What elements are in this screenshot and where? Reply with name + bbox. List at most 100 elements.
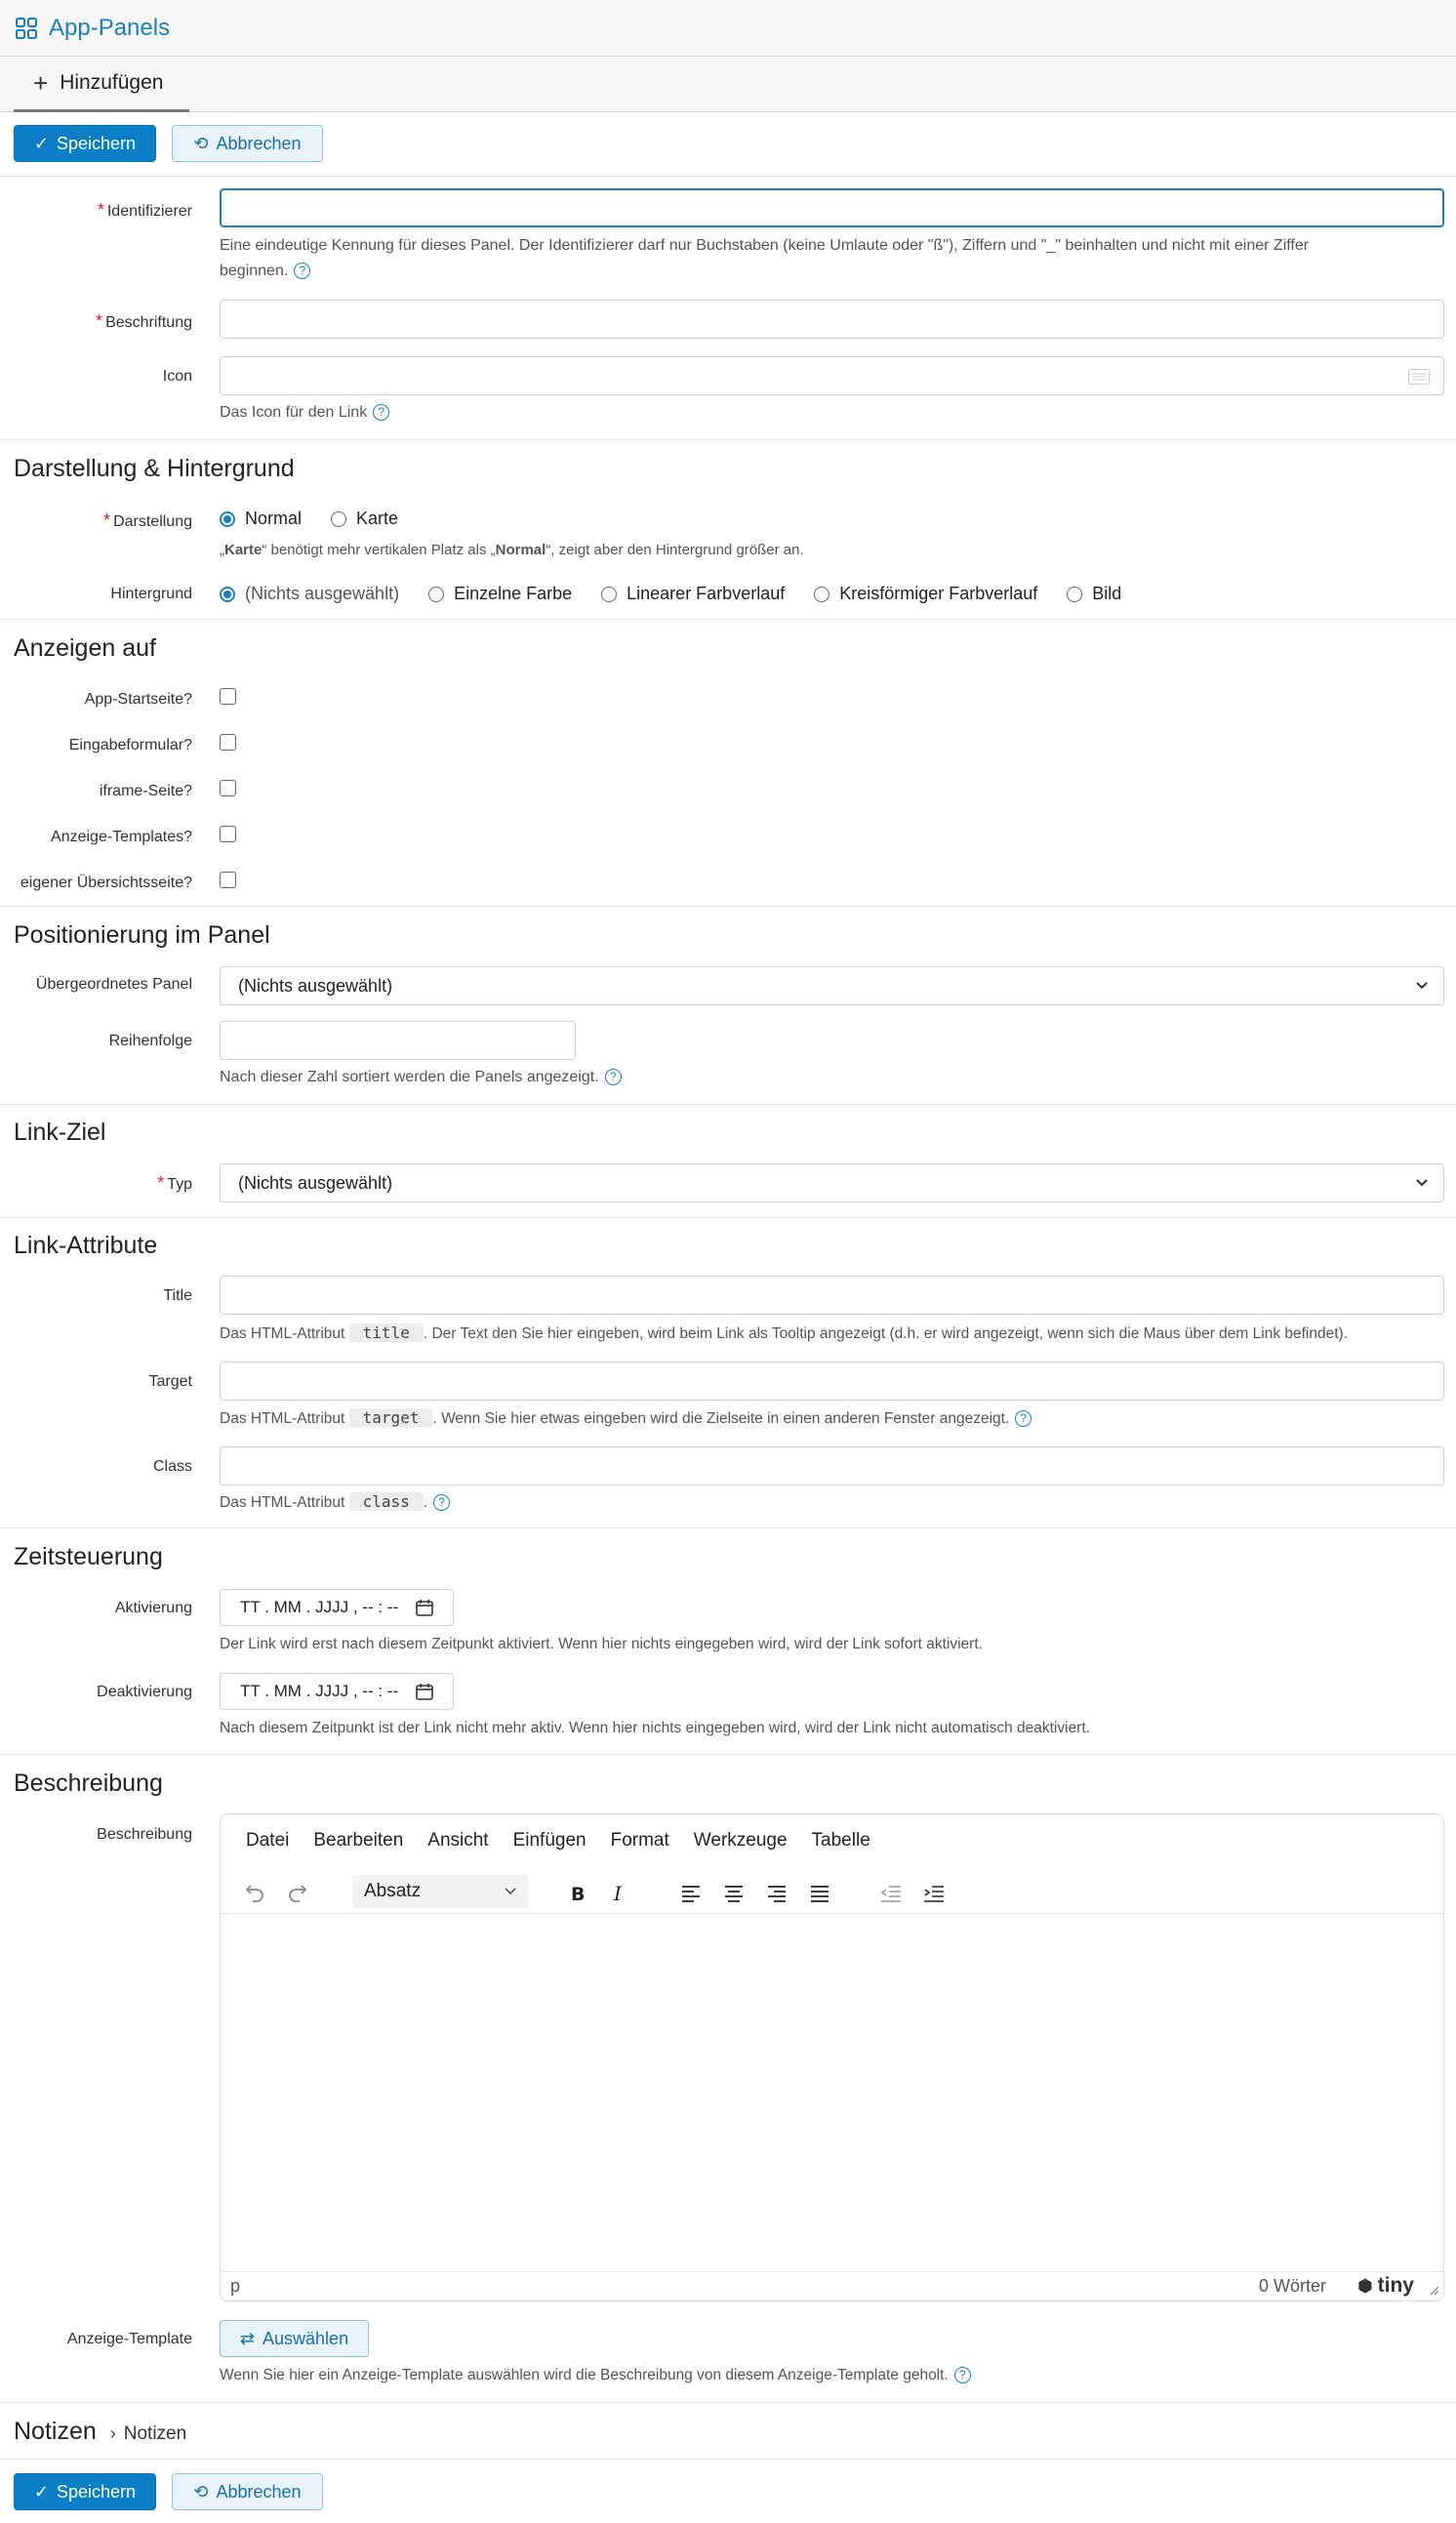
radio-color[interactable] <box>428 587 445 603</box>
chevron-right-icon: › <box>109 2423 116 2443</box>
target-label: Target <box>148 1373 192 1390</box>
align-justify-icon[interactable] <box>810 1885 829 1902</box>
editor-content-area[interactable] <box>221 1915 1443 2272</box>
deactivation-placeholder: TT . MM . JJJJ , -- : -- <box>240 1682 399 1700</box>
element-path[interactable]: p <box>230 2276 240 2297</box>
save-button-bottom[interactable]: ✓ Speichern <box>14 2473 156 2510</box>
bold-icon[interactable]: B <box>570 1884 587 1903</box>
background-option-linear[interactable]: Linearer Farbverlauf <box>601 584 785 604</box>
checkbox-display-templates[interactable] <box>220 826 236 842</box>
target-input[interactable] <box>220 1362 1444 1401</box>
resize-handle-icon[interactable] <box>1428 2284 1439 2296</box>
background-option-image[interactable]: Bild <box>1067 584 1121 604</box>
template-label: Anzeige-Template <box>66 2331 192 2347</box>
word-count[interactable]: 0 Wörter <box>1259 2276 1326 2297</box>
undo-icon: ⟲ <box>193 133 209 153</box>
menu-tools[interactable]: Werkzeuge <box>694 1830 788 1852</box>
identifier-help: Eine eindeutige Kennung für dieses Panel… <box>220 237 1310 280</box>
show-on-label: App-Startseite? <box>84 691 192 708</box>
menu-edit[interactable]: Bearbeiten <box>313 1830 403 1852</box>
svg-text:I: I <box>613 1884 623 1903</box>
divider <box>0 439 1456 440</box>
redo-icon[interactable] <box>287 1883 308 1902</box>
outdent-icon[interactable] <box>880 1885 902 1902</box>
help-icon[interactable]: ? <box>604 1069 622 1086</box>
radio-normal[interactable] <box>220 511 235 528</box>
type-select[interactable]: (Nichts ausgewählt) <box>220 1163 1444 1202</box>
menu-format[interactable]: Format <box>611 1830 669 1852</box>
class-input[interactable] <box>220 1446 1444 1485</box>
radio-linear[interactable] <box>601 587 618 603</box>
caption-input[interactable] <box>220 300 1444 339</box>
select-template-button[interactable]: ⇄ Auswählen <box>220 2320 369 2357</box>
radio-karte[interactable] <box>331 511 347 528</box>
help-icon[interactable]: ? <box>433 1494 451 1512</box>
title-input[interactable] <box>220 1276 1444 1315</box>
icon-picker-icon[interactable] <box>1408 369 1430 385</box>
undo-icon[interactable] <box>244 1883 265 1902</box>
align-left-icon[interactable] <box>681 1885 701 1902</box>
identifier-input[interactable] <box>220 188 1444 227</box>
checkbox-input-form[interactable] <box>220 734 236 751</box>
chevron-down-icon <box>1416 982 1428 990</box>
display-option-normal[interactable]: Normal <box>220 509 302 529</box>
tiny-logo[interactable]: ⬢ tiny <box>1357 2274 1414 2298</box>
align-right-icon[interactable] <box>767 1885 787 1902</box>
editor-statusbar: p 0 Wörter ⬢ tiny <box>221 2271 1443 2300</box>
parent-panel-value: (Nichts ausgewählt) <box>238 975 393 996</box>
checkbox-app-start[interactable] <box>220 688 236 705</box>
divider <box>0 1754 1456 1755</box>
background-option-radial[interactable]: Kreisförmiger Farbverlauf <box>814 584 1037 604</box>
italic-icon[interactable]: I <box>613 1884 627 1903</box>
section-notes[interactable]: Notizen › Notizen <box>14 2418 186 2446</box>
indent-icon[interactable] <box>923 1885 945 1902</box>
display-option-karte[interactable]: Karte <box>331 509 398 529</box>
divider <box>0 2402 1456 2403</box>
help-icon[interactable]: ? <box>373 404 390 422</box>
deactivation-help: Nach diesem Zeitpunkt ist der Link nicht… <box>220 1720 1090 1736</box>
checkbox-iframe[interactable] <box>220 780 236 796</box>
activation-datetime-input[interactable]: TT . MM . JJJJ , -- : -- <box>220 1589 454 1626</box>
type-label: * Typ <box>157 1173 192 1193</box>
class-help: Das HTML-Attribut class.? <box>220 1489 451 1516</box>
order-input[interactable] <box>220 1021 576 1060</box>
menu-file[interactable]: Datei <box>246 1830 289 1852</box>
checkbox-overview[interactable] <box>220 872 236 888</box>
order-help: Nach dieser Zahl sortiert werden die Pan… <box>220 1065 622 1090</box>
save-button-top[interactable]: ✓ Speichern <box>14 125 156 162</box>
radio-image[interactable] <box>1067 587 1083 603</box>
icon-input[interactable] <box>220 356 1444 395</box>
tab-add[interactable]: + Hinzufügen <box>14 57 189 112</box>
menu-insert[interactable]: Einfügen <box>513 1830 586 1852</box>
required-marker: * <box>157 1173 165 1193</box>
calendar-icon[interactable] <box>416 1599 433 1616</box>
divider <box>0 2459 1456 2460</box>
swap-icon: ⇄ <box>239 2328 256 2348</box>
radio-none[interactable] <box>220 587 235 603</box>
background-option-color[interactable]: Einzelne Farbe <box>428 584 572 604</box>
parent-panel-select[interactable]: (Nichts ausgewählt) <box>220 966 1444 1005</box>
type-value: (Nichts ausgewählt) <box>238 1172 393 1193</box>
help-icon[interactable]: ? <box>953 2367 971 2384</box>
tiny-logo-icon: ⬢ <box>1356 2276 1378 2296</box>
block-format-select[interactable]: Absatz <box>352 1875 528 1908</box>
select-template-label: Auswählen <box>263 2328 349 2348</box>
background-option-none[interactable]: (Nichts ausgewählt) <box>220 584 399 604</box>
apps-grid-icon <box>16 17 37 39</box>
cancel-button-top[interactable]: ⟲ Abbrechen <box>172 125 323 162</box>
radio-radial[interactable] <box>814 587 830 603</box>
class-label: Class <box>152 1458 192 1475</box>
cancel-button-label: Abbrechen <box>216 2481 302 2502</box>
align-center-icon[interactable] <box>724 1885 744 1902</box>
deactivation-datetime-input[interactable]: TT . MM . JJJJ , -- : -- <box>220 1673 454 1710</box>
activation-help: Der Link wird erst nach diesem Zeitpunkt… <box>220 1636 983 1652</box>
help-icon[interactable]: ? <box>294 263 311 280</box>
order-label: Reihenfolge <box>108 1033 192 1049</box>
background-radio-group: (Nichts ausgewählt) Einzelne Farbe Linea… <box>220 584 1121 604</box>
calendar-icon[interactable] <box>416 1683 433 1700</box>
menu-table[interactable]: Tabelle <box>812 1830 870 1852</box>
menu-view[interactable]: Ansicht <box>427 1830 488 1852</box>
cancel-button-bottom[interactable]: ⟲ Abbrechen <box>172 2473 323 2510</box>
help-icon[interactable]: ? <box>1015 1410 1032 1428</box>
divider <box>0 1217 1456 1218</box>
